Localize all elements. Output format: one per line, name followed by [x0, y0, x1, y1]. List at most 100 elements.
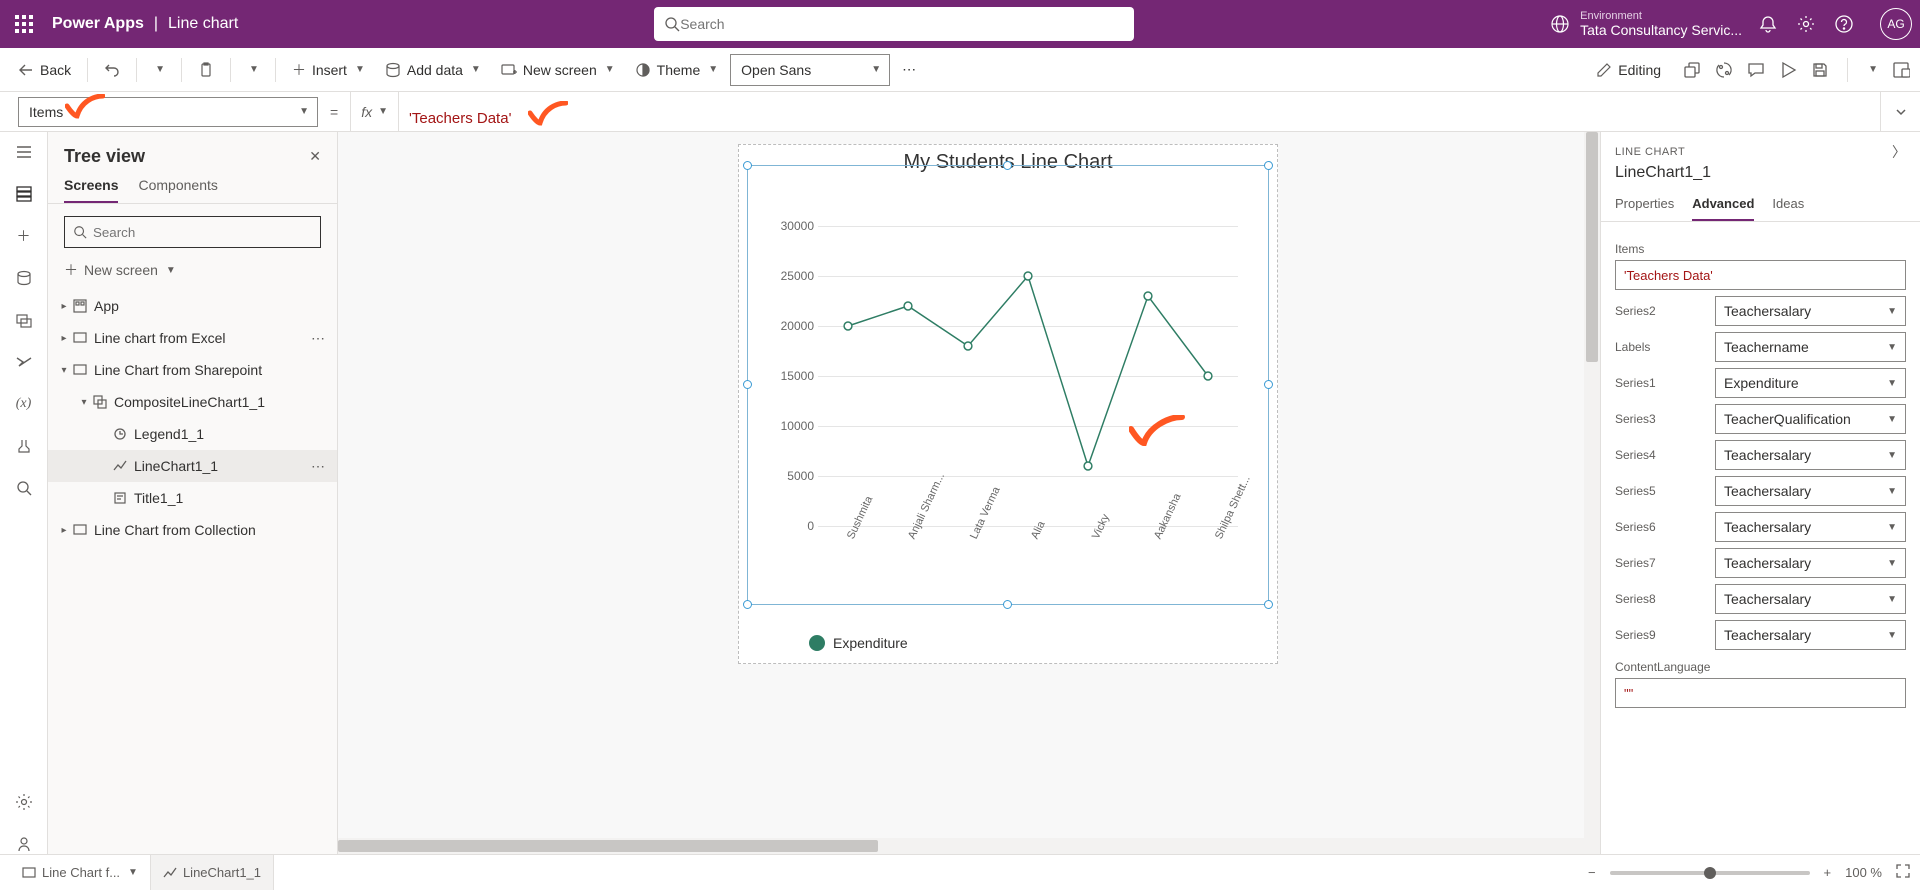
- contentlang-value[interactable]: "": [1615, 678, 1906, 708]
- rail-hamburger-icon[interactable]: [14, 142, 34, 162]
- rail-flows-icon[interactable]: [14, 352, 34, 372]
- new-screen-button[interactable]: New screen▼: [493, 54, 623, 86]
- command-bar: Back ▼ ▼ ＋Insert▼ Add data▼ New screen▼ …: [0, 48, 1920, 92]
- tab-ideas[interactable]: Ideas: [1772, 188, 1804, 221]
- rail-media-icon[interactable]: [14, 310, 34, 330]
- expand-formula-icon[interactable]: [1880, 92, 1920, 131]
- tree-search-input[interactable]: [93, 225, 312, 240]
- close-tree-icon[interactable]: ✕: [309, 148, 321, 165]
- publish-icon[interactable]: [1892, 61, 1910, 79]
- formula-input[interactable]: 'Teachers Data': [399, 97, 1880, 127]
- node-more-icon[interactable]: ⋯: [307, 458, 329, 475]
- series-dropdown[interactable]: Teachersalary▼: [1715, 620, 1906, 650]
- add-data-button[interactable]: Add data▼: [377, 54, 489, 86]
- series-dropdown[interactable]: Expenditure▼: [1715, 368, 1906, 398]
- tree-node[interactable]: ▸Line chart from Excel⋯: [48, 322, 337, 354]
- selected-control-box[interactable]: 050001000015000200002500030000SushmitaAn…: [747, 165, 1269, 605]
- rail-insert-icon[interactable]: ＋: [14, 226, 34, 246]
- notifications-icon[interactable]: [1758, 14, 1778, 34]
- series-dropdown[interactable]: Teachersalary▼: [1715, 476, 1906, 506]
- resize-handle[interactable]: [1003, 161, 1012, 170]
- resize-handle[interactable]: [743, 600, 752, 609]
- insert-button[interactable]: ＋Insert▼: [284, 54, 373, 86]
- tab-properties[interactable]: Properties: [1615, 188, 1674, 221]
- zoom-out-icon[interactable]: −: [1588, 865, 1596, 880]
- series-dropdown[interactable]: Teachersalary▼: [1715, 584, 1906, 614]
- paste-button[interactable]: [190, 54, 222, 86]
- twisty-icon[interactable]: ▸: [56, 301, 72, 312]
- user-avatar[interactable]: AG: [1880, 8, 1912, 40]
- tab-screens[interactable]: Screens: [64, 177, 118, 203]
- tab-components[interactable]: Components: [138, 177, 217, 203]
- items-value[interactable]: 'Teachers Data': [1615, 260, 1906, 290]
- fit-screen-icon[interactable]: [1896, 864, 1910, 881]
- resize-handle[interactable]: [743, 161, 752, 170]
- design-canvas[interactable]: My Students Line Chart 05000100001500020…: [338, 132, 1600, 854]
- twisty-icon[interactable]: ▸: [56, 333, 72, 344]
- tab-advanced[interactable]: Advanced: [1692, 188, 1754, 221]
- breadcrumb-screen[interactable]: Line Chart f...▼: [10, 855, 151, 890]
- resize-handle[interactable]: [1264, 600, 1273, 609]
- undo-dropdown[interactable]: ▼: [145, 54, 173, 86]
- tree-node[interactable]: Title1_1: [48, 482, 337, 514]
- twisty-icon[interactable]: ▸: [56, 525, 72, 536]
- font-selector[interactable]: Open Sans▼: [730, 54, 890, 86]
- rail-data-icon[interactable]: [14, 268, 34, 288]
- tree-node[interactable]: Legend1_1: [48, 418, 337, 450]
- share-icon[interactable]: [1683, 61, 1701, 79]
- play-icon[interactable]: [1779, 61, 1797, 79]
- series-dropdown[interactable]: Teachersalary▼: [1715, 440, 1906, 470]
- resize-handle[interactable]: [1264, 161, 1273, 170]
- series-dropdown[interactable]: Teachername▼: [1715, 332, 1906, 362]
- zoom-slider[interactable]: [1610, 871, 1810, 875]
- series-dropdown[interactable]: Teachersalary▼: [1715, 512, 1906, 542]
- node-type-icon: [112, 491, 128, 505]
- expand-panel-icon[interactable]: 〉: [1892, 142, 1906, 162]
- comments-icon[interactable]: [1747, 61, 1765, 79]
- node-more-icon[interactable]: ⋯: [307, 330, 329, 347]
- global-search[interactable]: [654, 7, 1134, 41]
- zoom-in-icon[interactable]: +: [1824, 865, 1832, 880]
- series-dropdown[interactable]: TeacherQualification▼: [1715, 404, 1906, 434]
- rail-tree-icon[interactable]: [14, 184, 34, 204]
- paste-dropdown[interactable]: ▼: [239, 54, 267, 86]
- rail-variables-icon[interactable]: (x): [14, 394, 34, 414]
- editing-mode-button[interactable]: Editing: [1588, 54, 1669, 86]
- rail-virtual-agent-icon[interactable]: [14, 834, 34, 854]
- canvas-hscrollbar[interactable]: [338, 838, 1584, 854]
- tree-node[interactable]: ▸App: [48, 290, 337, 322]
- resize-handle[interactable]: [1264, 380, 1273, 389]
- new-screen-button[interactable]: ＋ New screen ▼: [48, 254, 337, 290]
- settings-icon[interactable]: [1796, 14, 1816, 34]
- app-launcher-icon[interactable]: [8, 8, 40, 40]
- resize-handle[interactable]: [743, 380, 752, 389]
- rail-settings-icon[interactable]: [14, 792, 34, 812]
- tree-node[interactable]: ▸Line Chart from Collection: [48, 514, 337, 546]
- rail-tools-icon[interactable]: [14, 436, 34, 456]
- tree-node[interactable]: ▾Line Chart from Sharepoint: [48, 354, 337, 386]
- twisty-icon[interactable]: ▾: [76, 397, 92, 408]
- tree-node[interactable]: LineChart1_1⋯: [48, 450, 337, 482]
- overflow-button[interactable]: ⋯: [894, 54, 924, 86]
- theme-button[interactable]: Theme▼: [627, 54, 726, 86]
- property-dropdown[interactable]: Items ▼: [18, 97, 318, 127]
- linechart-icon: [163, 866, 177, 880]
- breadcrumb-control[interactable]: LineChart1_1: [151, 855, 274, 890]
- help-icon[interactable]: [1834, 14, 1854, 34]
- save-dropdown[interactable]: ▼: [1866, 64, 1878, 75]
- series-dropdown[interactable]: Teachersalary▼: [1715, 296, 1906, 326]
- canvas-vscrollbar[interactable]: [1584, 132, 1600, 854]
- series-dropdown[interactable]: Teachersalary▼: [1715, 548, 1906, 578]
- tree-node[interactable]: ▾CompositeLineChart1_1: [48, 386, 337, 418]
- back-button[interactable]: Back: [10, 54, 79, 86]
- checker-icon[interactable]: [1715, 61, 1733, 79]
- global-search-input[interactable]: [680, 16, 1124, 32]
- undo-button[interactable]: [96, 54, 128, 86]
- resize-handle[interactable]: [1003, 600, 1012, 609]
- tree-search[interactable]: [64, 216, 321, 248]
- environment-picker[interactable]: EnvironmentTata Consultancy Servic...: [1550, 11, 1742, 38]
- twisty-icon[interactable]: ▾: [56, 365, 72, 376]
- save-icon[interactable]: [1811, 61, 1829, 79]
- fx-button[interactable]: fx▼: [350, 92, 399, 131]
- rail-search-icon[interactable]: [14, 478, 34, 498]
